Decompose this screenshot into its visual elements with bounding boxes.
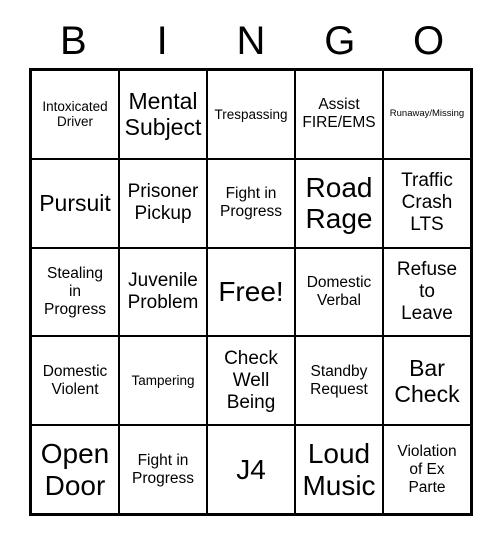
bingo-cell[interactable]: Trespassing — [208, 71, 294, 158]
bingo-cell-label: Loud Music — [302, 438, 376, 501]
header-letter-o: O — [413, 19, 445, 63]
bingo-cell-label: Assist FIRE/EMS — [302, 96, 376, 132]
bingo-cell-label: Mental Subject — [124, 88, 202, 141]
bingo-cell[interactable]: Traffic Crash LTS — [384, 159, 470, 247]
bingo-cell[interactable]: Tampering — [120, 337, 206, 425]
bingo-cell-label: Fight in Progress — [131, 451, 195, 487]
bingo-cell-label: Bar Check — [394, 354, 460, 407]
bingo-cell-label: Prisoner Pickup — [127, 181, 199, 225]
bingo-cell-free[interactable]: Free! — [208, 248, 294, 336]
bingo-cell[interactable]: Pursuit — [32, 159, 118, 247]
bingo-cell[interactable]: Domestic Violent — [32, 337, 118, 425]
header-letter-g: G — [324, 19, 356, 63]
bingo-cell-label: Domestic Violent — [42, 362, 108, 398]
bingo-cell[interactable]: Mental Subject — [120, 71, 206, 158]
bingo-cell[interactable]: Violation of Ex Parte — [384, 426, 470, 513]
bingo-cell[interactable]: Intoxicated Driver — [32, 71, 118, 158]
header-letter-b: B — [60, 19, 87, 63]
bingo-cell[interactable]: Fight in Progress — [120, 426, 206, 513]
bingo-cell[interactable]: Stealing in Progress — [32, 248, 118, 336]
bingo-cell-label: Intoxicated Driver — [42, 98, 108, 130]
bingo-cell-label: Road Rage — [305, 171, 373, 235]
bingo-cell[interactable]: Assist FIRE/EMS — [296, 71, 382, 158]
bingo-cell[interactable]: Check Well Being — [208, 337, 294, 425]
bingo-cell[interactable]: Runaway/Missing — [384, 71, 470, 158]
bingo-header: B I N G O — [29, 18, 473, 64]
header-letter-i: I — [156, 19, 168, 63]
bingo-cell-label: Open Door — [40, 438, 110, 501]
bingo-cell-label: Trespassing — [214, 106, 288, 122]
bingo-cell[interactable]: Domestic Verbal — [296, 248, 382, 336]
bingo-cell-label: Fight in Progress — [219, 185, 283, 221]
bingo-cell-label: Pursuit — [39, 190, 111, 217]
bingo-cell[interactable]: Refuse to Leave — [384, 248, 470, 336]
bingo-cell-label: Runaway/Missing — [389, 107, 465, 119]
bingo-cell-label: Check Well Being — [224, 347, 278, 413]
bingo-cell[interactable]: J4 — [208, 426, 294, 513]
bingo-cell[interactable]: Fight in Progress — [208, 159, 294, 247]
bingo-cell-label: Refuse to Leave — [396, 258, 458, 324]
bingo-cell-label: Domestic Verbal — [306, 274, 372, 309]
bingo-card: B I N G O Intoxicated Driver Mental Subj… — [0, 0, 501, 544]
bingo-cell-label: Violation of Ex Parte — [397, 442, 457, 496]
bingo-cell-label: Traffic Crash LTS — [401, 170, 453, 236]
bingo-cell-label: Juvenile Problem — [127, 269, 199, 313]
bingo-cell-label: Tampering — [131, 372, 195, 388]
bingo-cell-label: Stealing in Progress — [43, 265, 107, 318]
bingo-cell[interactable]: Bar Check — [384, 337, 470, 425]
bingo-cell[interactable]: Prisoner Pickup — [120, 159, 206, 247]
bingo-cell[interactable]: Road Rage — [296, 159, 382, 247]
bingo-cell[interactable]: Loud Music — [296, 426, 382, 513]
bingo-cell[interactable]: Open Door — [32, 426, 118, 513]
bingo-cell-label-free: Free! — [218, 276, 284, 308]
bingo-cell-label: Standby Request — [310, 362, 368, 398]
bingo-cell[interactable]: Juvenile Problem — [120, 248, 206, 336]
header-letter-n: N — [236, 19, 266, 63]
bingo-cell-label: J4 — [236, 453, 266, 485]
bingo-grid: Intoxicated Driver Mental Subject Trespa… — [29, 68, 473, 516]
bingo-cell[interactable]: Standby Request — [296, 337, 382, 425]
